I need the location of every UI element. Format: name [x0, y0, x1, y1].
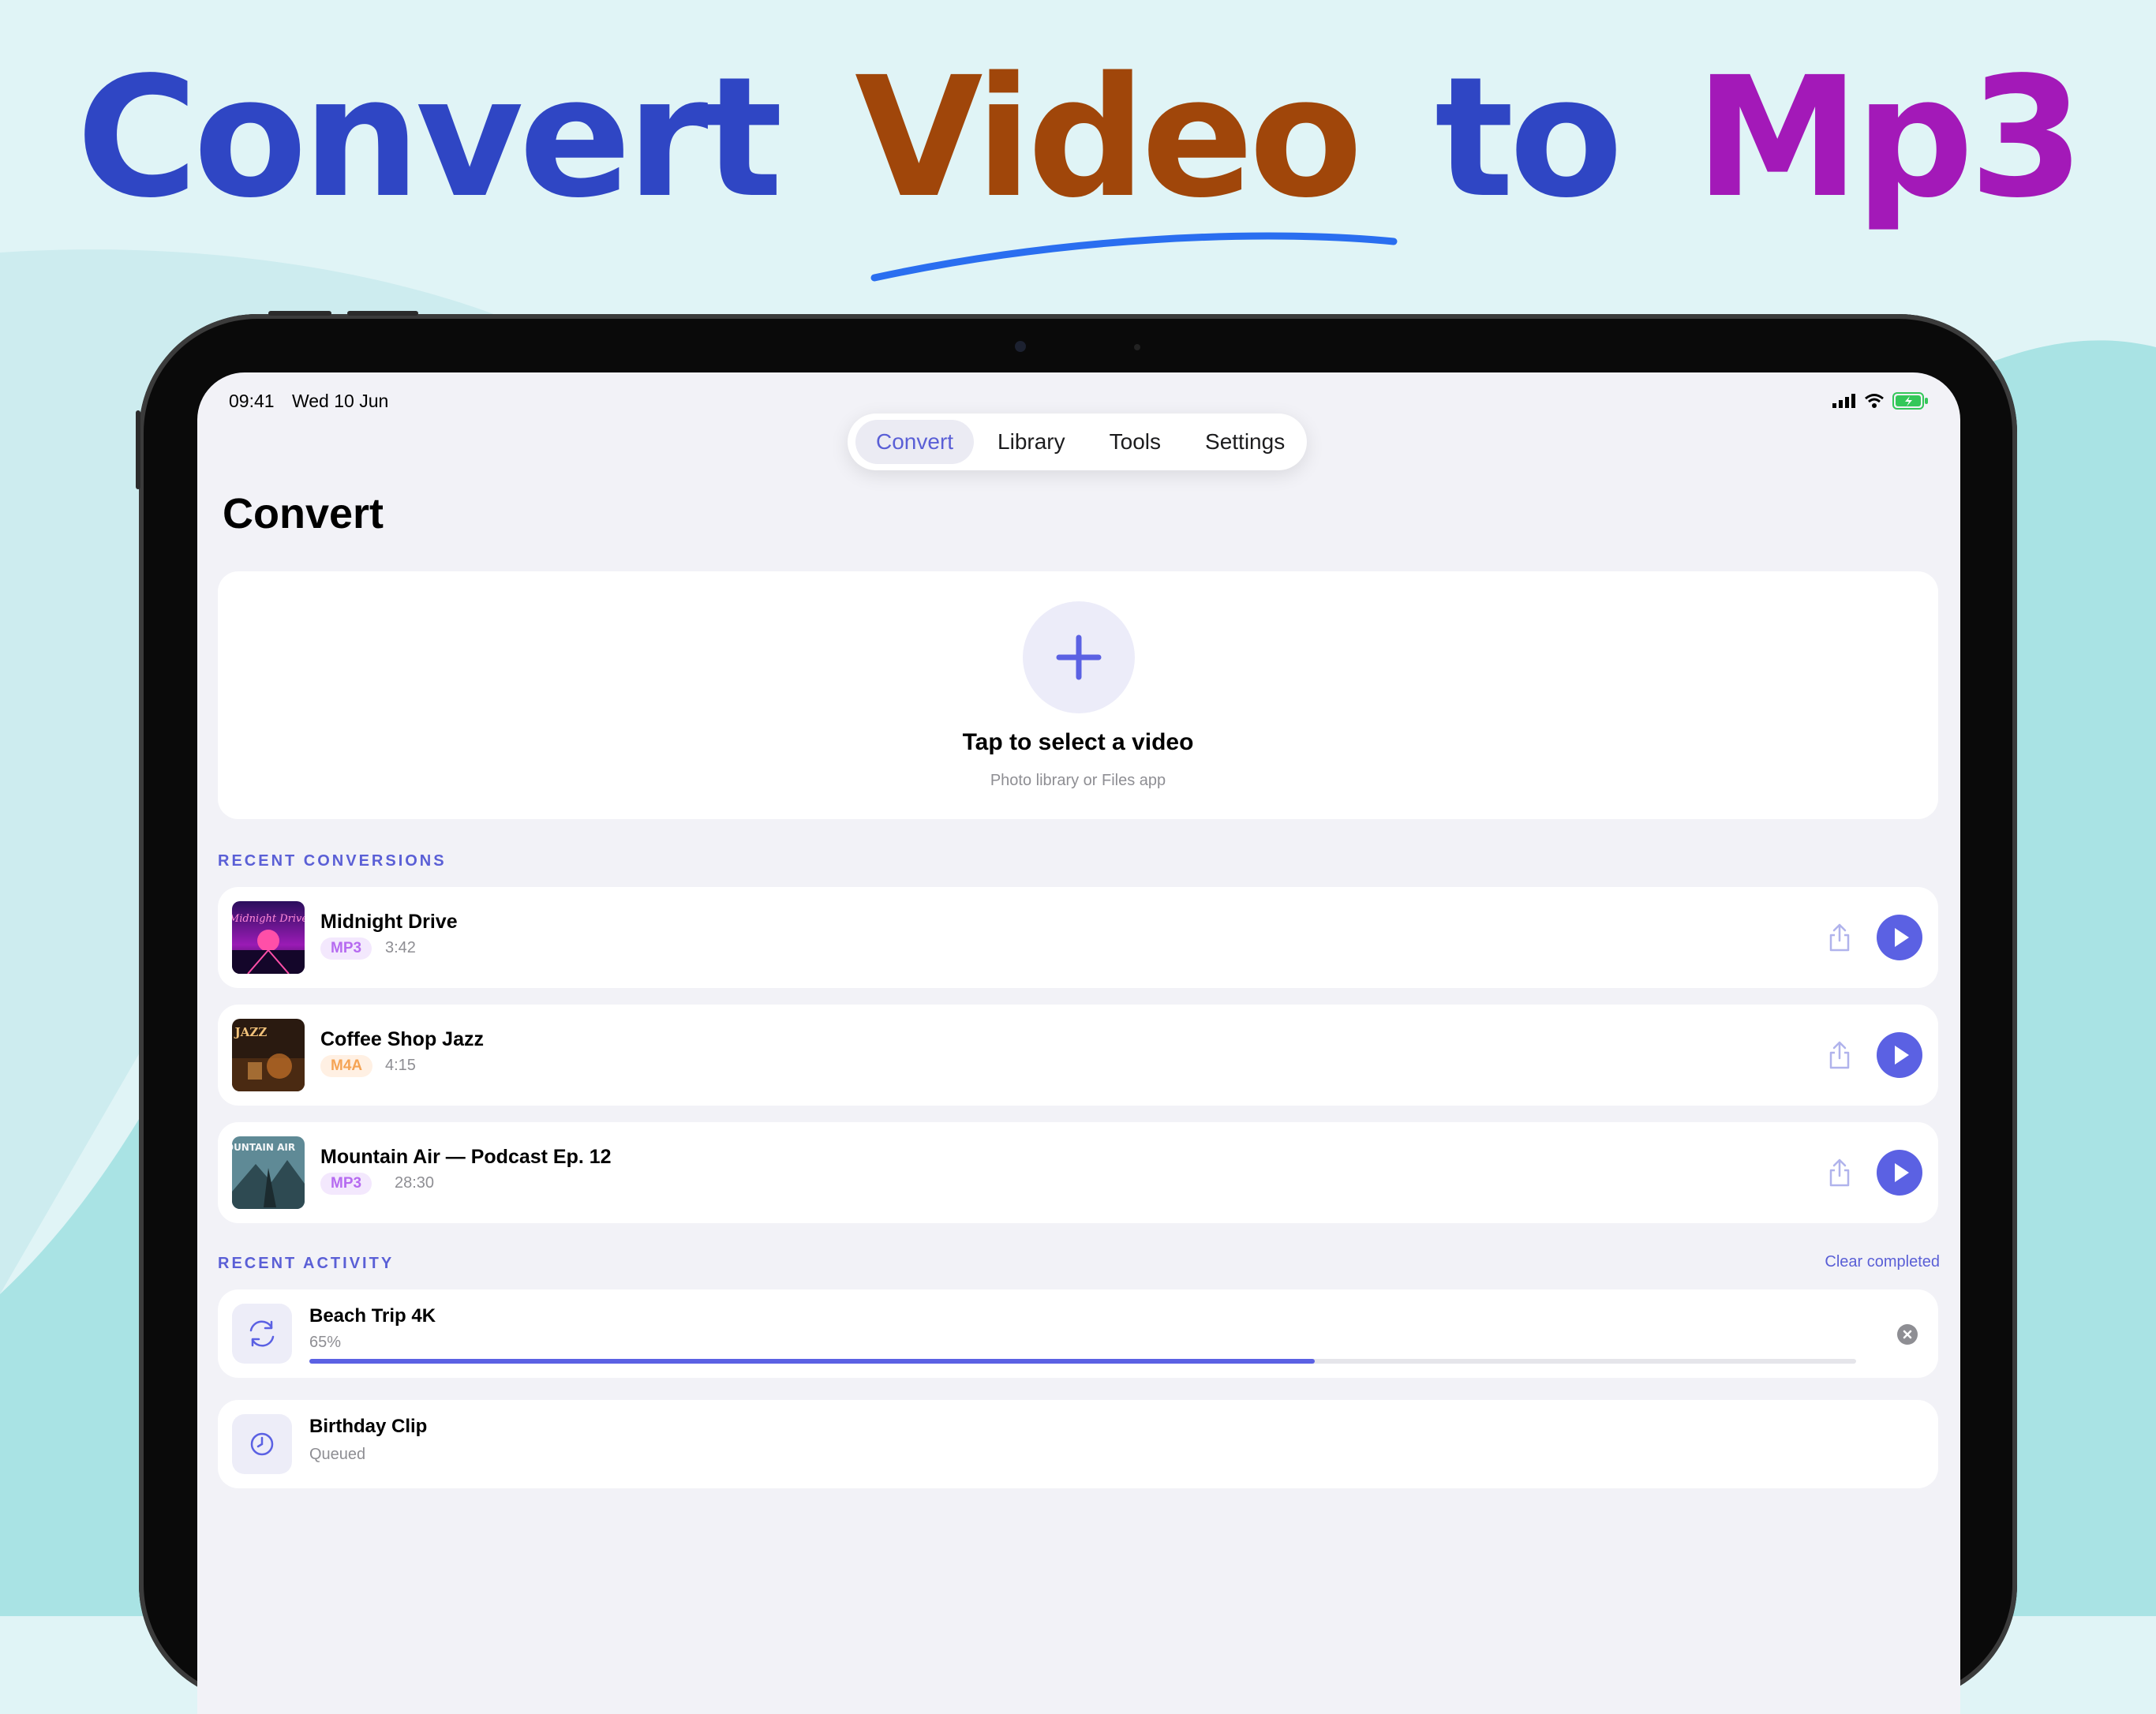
album-art-text: Midnight Drive	[232, 913, 305, 925]
clear-completed-link[interactable]: Clear completed	[1825, 1253, 1940, 1271]
plus-icon	[1056, 634, 1102, 680]
activity-row: Beach Trip 4K 65%	[218, 1289, 1938, 1378]
close-icon	[1903, 1330, 1912, 1339]
select-video-card[interactable]: Tap to select a video Photo library or F…	[218, 571, 1938, 819]
play-button[interactable]	[1877, 1150, 1922, 1196]
duration: 4:15	[385, 1057, 416, 1074]
tab-library[interactable]: Library	[977, 420, 1086, 464]
duration: 28:30	[395, 1174, 435, 1192]
share-icon[interactable]	[1826, 1039, 1853, 1071]
format-badge: MP3	[320, 937, 372, 960]
underline-swoosh	[870, 232, 1398, 282]
power-button	[347, 311, 418, 316]
volume-button	[268, 311, 331, 316]
cellular-signal-icon	[1832, 394, 1855, 408]
play-icon	[1895, 928, 1909, 947]
add-video-button[interactable]	[1023, 601, 1135, 713]
conversion-row[interactable]: JAZZ Coffee Shop Jazz M4A 4:15	[218, 1005, 1938, 1106]
picker-title: Tap to select a video	[962, 729, 1194, 755]
side-button	[136, 410, 140, 489]
share-icon[interactable]	[1826, 1157, 1853, 1188]
camera-sensor	[1134, 344, 1140, 350]
activity-title: Birthday Clip	[309, 1416, 428, 1437]
play-button[interactable]	[1877, 1032, 1922, 1078]
status-date: Wed 10 Jun	[291, 390, 389, 411]
page-title: Convert	[223, 490, 384, 537]
conversion-row[interactable]: MOUNTAIN AIR Mountain Air — Podcast Ep. …	[218, 1122, 1938, 1223]
album-art-mountain-air: MOUNTAIN AIR	[232, 1136, 305, 1209]
app-screen: 09:41 Wed 10 Jun Convert Library Tools S…	[197, 372, 1960, 1714]
format-badge: M4A	[320, 1055, 373, 1077]
activity-progress-text: 65%	[309, 1334, 342, 1351]
album-art-midnight-drive: Midnight Drive	[232, 901, 305, 974]
converting-status	[232, 1304, 292, 1364]
album-art-coffee-shop-jazz: JAZZ	[232, 1019, 305, 1091]
cancel-button[interactable]	[1897, 1324, 1918, 1345]
front-camera	[1015, 341, 1026, 352]
duration: 3:42	[385, 939, 416, 956]
sync-icon	[249, 1320, 275, 1347]
album-art-text: JAZZ	[234, 1025, 268, 1039]
activity-title: Beach Trip 4K	[309, 1305, 436, 1327]
share-icon[interactable]	[1826, 922, 1853, 953]
tab-settings[interactable]: Settings	[1185, 420, 1305, 464]
activity-row: Birthday Clip Queued	[218, 1400, 1938, 1488]
tab-convert[interactable]: Convert	[855, 420, 975, 464]
conversion-title: Mountain Air — Podcast Ep. 12	[320, 1146, 612, 1168]
recent-conversions-label: RECENT CONVERSIONS	[218, 852, 447, 870]
play-icon	[1895, 1163, 1909, 1182]
conversion-title: Coffee Shop Jazz	[320, 1028, 484, 1050]
battery-icon	[1892, 392, 1928, 410]
clock-icon	[250, 1432, 274, 1456]
wifi-icon	[1865, 394, 1884, 408]
play-button[interactable]	[1877, 915, 1922, 960]
format-badge: MP3	[320, 1173, 372, 1195]
status-time: 09:41	[229, 390, 275, 411]
album-art-text: MOUNTAIN AIR	[232, 1142, 295, 1153]
tab-tools[interactable]: Tools	[1089, 420, 1181, 464]
conversion-title: Midnight Drive	[320, 911, 458, 933]
conversion-row[interactable]: Midnight Drive Midnight Drive MP3 3:42	[218, 887, 1938, 988]
progress-fill	[309, 1359, 1315, 1364]
play-icon	[1895, 1046, 1909, 1065]
tab-bar: Convert Library Tools Settings	[848, 414, 1307, 470]
progress-bar	[309, 1359, 1856, 1364]
recent-activity-label: RECENT ACTIVITY	[218, 1255, 395, 1272]
queued-status	[232, 1414, 292, 1474]
picker-subtitle: Photo library or Files app	[990, 772, 1166, 789]
activity-status: Queued	[309, 1446, 366, 1463]
